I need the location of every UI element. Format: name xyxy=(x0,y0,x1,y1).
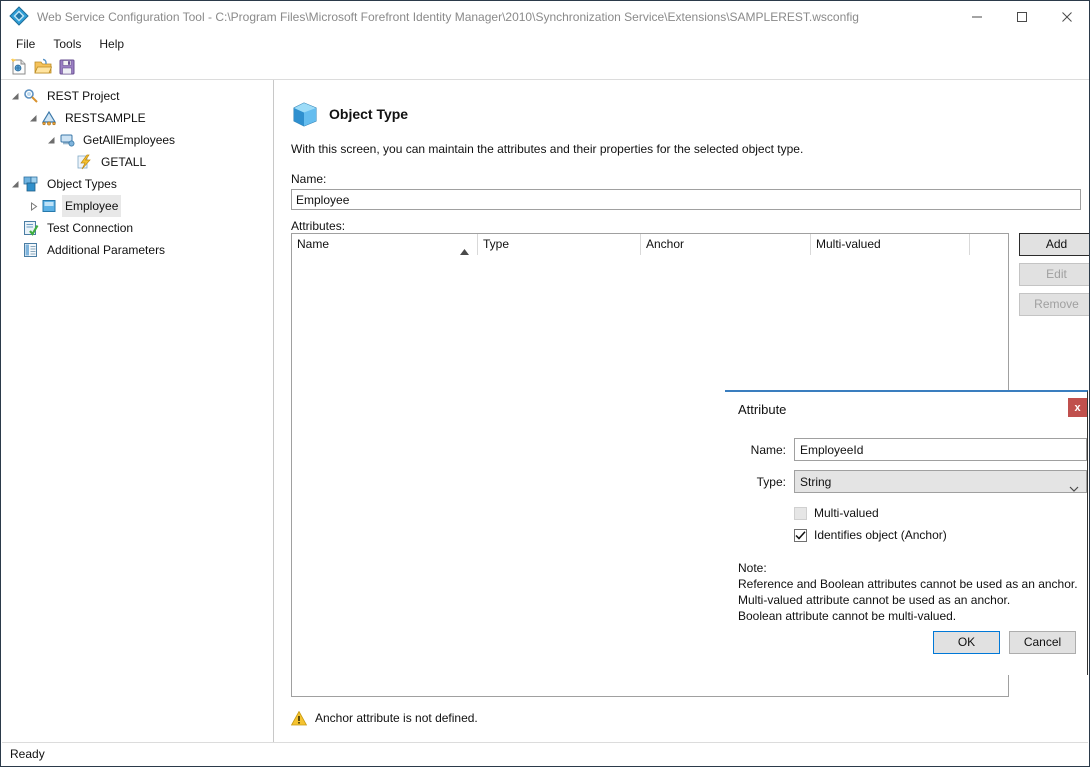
save-floppy-icon[interactable] xyxy=(55,56,79,78)
menu-help[interactable]: Help xyxy=(90,34,133,54)
anchor-checkbox[interactable] xyxy=(794,528,807,542)
tree-node-label: REST Project xyxy=(47,89,120,103)
content-panel: Object Type With this screen, you can ma… xyxy=(275,80,1089,742)
attribute-type-row: Type: String xyxy=(738,470,1087,493)
tree-node-getallemployees[interactable]: GetAllEmployees xyxy=(2,129,273,151)
toolbar xyxy=(1,55,1089,79)
tree-node-label: GETALL xyxy=(101,155,147,169)
web-service-icon xyxy=(40,109,58,127)
column-header-type[interactable]: Type xyxy=(478,234,641,255)
tree-node-test-connection[interactable]: Test Connection xyxy=(2,217,273,239)
attribute-type-label: Type: xyxy=(756,474,786,489)
column-header-filler[interactable] xyxy=(970,234,1008,255)
open-folder-icon[interactable] xyxy=(31,56,55,78)
status-bar: Ready xyxy=(2,742,1088,765)
tree-node-employee[interactable]: Employee xyxy=(2,195,273,217)
operation-icon xyxy=(76,153,94,171)
note-title: Note: xyxy=(738,561,767,575)
tree-node-rest-project[interactable]: REST Project xyxy=(2,85,273,107)
add-button[interactable]: Add xyxy=(1019,233,1089,256)
note-line-1: Reference and Boolean attributes cannot … xyxy=(738,577,1078,591)
maximize-icon[interactable] xyxy=(999,1,1044,32)
attribute-note: Note: Reference and Boolean attributes c… xyxy=(738,560,1078,624)
tree-node-label: RESTSAMPLE xyxy=(65,111,146,125)
new-project-icon[interactable] xyxy=(7,56,31,78)
multivalued-checkbox-row: Multi-valued xyxy=(794,506,879,520)
attributes-table-header: Name Type Anchor Multi-valued xyxy=(292,234,1008,256)
tree-node-label: GetAllEmployees xyxy=(83,133,176,147)
object-type-name-input[interactable] xyxy=(291,189,1081,210)
object-types-icon xyxy=(22,175,40,193)
note-line-2: Multi-valued attribute cannot be used as… xyxy=(738,593,1011,607)
tree-node-restsample[interactable]: RESTSAMPLE xyxy=(2,107,273,129)
menu-file[interactable]: File xyxy=(7,34,44,54)
attribute-type-select[interactable]: String xyxy=(794,470,1087,493)
attribute-name-row: Name: xyxy=(738,438,1087,461)
parameters-icon xyxy=(22,241,40,259)
expander-expanded-icon[interactable] xyxy=(8,85,22,107)
tree-node-getall[interactable]: GETALL xyxy=(2,151,273,173)
window-title: Web Service Configuration Tool - C:\Prog… xyxy=(37,10,859,24)
navigation-tree: REST Project RESTSAMPLE GetAllEmployees … xyxy=(2,80,274,742)
note-line-3: Boolean attribute cannot be multi-valued… xyxy=(738,609,957,623)
expander-expanded-icon[interactable] xyxy=(26,107,40,129)
column-header-multivalued[interactable]: Multi-valued xyxy=(811,234,970,255)
validation-warning: Anchor attribute is not defined. xyxy=(291,710,478,726)
attribute-name-label: Name: xyxy=(750,442,786,457)
attributes-label: Attributes: xyxy=(291,219,346,233)
minimize-icon[interactable] xyxy=(954,1,999,32)
tree-node-label: Additional Parameters xyxy=(47,243,166,257)
endpoint-icon xyxy=(58,131,76,149)
column-header-name[interactable]: Name xyxy=(292,234,478,255)
test-connection-icon xyxy=(22,219,40,237)
rest-project-icon xyxy=(22,87,40,105)
column-header-anchor[interactable]: Anchor xyxy=(641,234,811,255)
page-header: Object Type xyxy=(291,100,1088,128)
attribute-dialog-title: Attribute xyxy=(738,402,787,417)
tree-node-label: Object Types xyxy=(47,177,117,191)
multivalued-checkbox xyxy=(794,506,807,520)
expander-expanded-icon[interactable] xyxy=(44,129,58,151)
expander-expanded-icon[interactable] xyxy=(8,173,22,195)
multivalued-label: Multi-valued xyxy=(814,506,879,520)
tree-node-label: Test Connection xyxy=(47,221,134,235)
expander-collapsed-icon[interactable] xyxy=(26,195,40,217)
attribute-dialog: Attribute x Name: Type: String Multi-val… xyxy=(725,390,1088,675)
menu-bar: File Tools Help xyxy=(1,33,1089,55)
diamond-app-icon xyxy=(9,6,31,28)
close-icon[interactable]: x xyxy=(1068,398,1087,417)
page-description: With this screen, you can maintain the a… xyxy=(291,142,804,156)
warning-triangle-icon xyxy=(291,710,307,726)
expander-none xyxy=(8,217,22,239)
remove-button: Remove xyxy=(1019,293,1089,316)
menu-tools[interactable]: Tools xyxy=(44,34,90,54)
close-icon[interactable] xyxy=(1044,1,1089,32)
anchor-checkbox-row[interactable]: Identifies object (Anchor) xyxy=(794,528,947,542)
page-title: Object Type xyxy=(329,106,409,122)
attribute-name-input[interactable] xyxy=(794,438,1087,461)
tree-node-additional-parameters[interactable]: Additional Parameters xyxy=(2,239,273,261)
attribute-type-value: String xyxy=(800,475,832,489)
attribute-actions: Add Edit Remove xyxy=(1019,233,1089,323)
sort-ascending-icon xyxy=(460,241,469,255)
tree-node-label: Employee xyxy=(62,195,122,217)
window-controls xyxy=(954,1,1089,33)
edit-button: Edit xyxy=(1019,263,1089,286)
expander-none xyxy=(8,239,22,261)
title-bar: Web Service Configuration Tool - C:\Prog… xyxy=(1,1,1089,33)
validation-warning-text: Anchor attribute is not defined. xyxy=(315,711,478,725)
name-label: Name: xyxy=(291,172,327,186)
ok-button[interactable]: OK xyxy=(933,631,1000,654)
chevron-down-icon xyxy=(1069,479,1079,498)
application-window: Web Service Configuration Tool - C:\Prog… xyxy=(0,0,1090,767)
status-text: Ready xyxy=(10,747,45,761)
anchor-label: Identifies object (Anchor) xyxy=(814,528,947,542)
attribute-dialog-buttons: OK Cancel xyxy=(933,631,1085,654)
object-type-icon xyxy=(40,197,58,215)
tree-node-object-types[interactable]: Object Types xyxy=(2,173,273,195)
cancel-button[interactable]: Cancel xyxy=(1009,631,1076,654)
cube-icon xyxy=(291,100,319,128)
